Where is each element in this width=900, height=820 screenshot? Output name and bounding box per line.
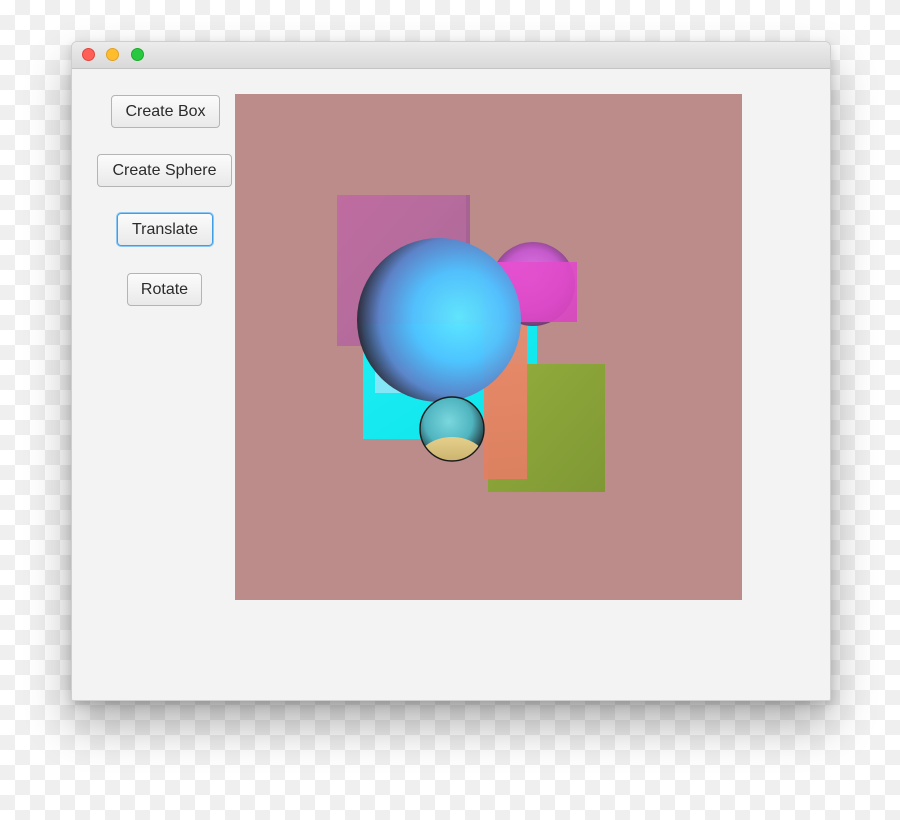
close-window-button[interactable] xyxy=(82,48,95,61)
large-blue-sphere[interactable] xyxy=(357,238,521,402)
3d-scene-canvas[interactable] xyxy=(235,94,742,600)
title-bar[interactable] xyxy=(72,42,830,69)
rotate-button[interactable]: Rotate xyxy=(127,273,202,306)
zoom-window-button[interactable] xyxy=(131,48,144,61)
minimize-window-button[interactable] xyxy=(106,48,119,61)
app-window: Create Box Create Sphere Translate Rotat… xyxy=(71,41,831,701)
translate-button[interactable]: Translate xyxy=(117,213,213,246)
create-sphere-button[interactable]: Create Sphere xyxy=(97,154,232,187)
create-box-button[interactable]: Create Box xyxy=(111,95,220,128)
3d-scene-viewport[interactable] xyxy=(235,94,742,600)
